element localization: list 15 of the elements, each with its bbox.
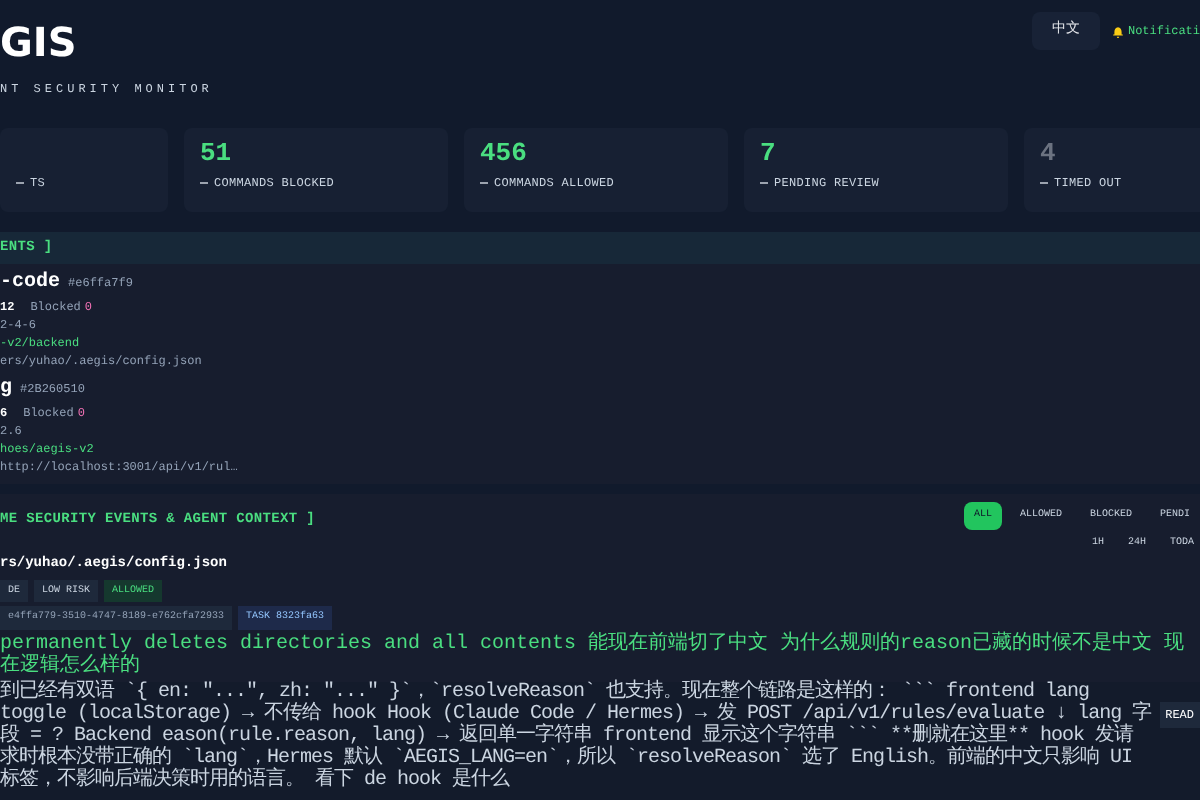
stat-value: 51 [200, 140, 234, 168]
event-reason: permanently deletes directories and all contents 能现在前端切了中文 为什么规则的reason已藏的时候不是中文 现在逻辑怎么样的 [0, 633, 1187, 677]
dash-icon [200, 182, 208, 184]
stat-value: 456 [480, 140, 529, 168]
event-context: 到已经有双语 `{ en: "...", zh: "..." }`，`resolveReason` 也支持。现在整个链路是这样的： ``` frontend lang toggle (localStorage) → 不传给 hook Hook (Claude Code / Hermes) → 发 POST /api/v1/rules/evaluate ↓ lang 字段 = ? Backend eason(rule.reason, lang) → 返回单一字符串 frontend 显示这个字符串 ``` **删就在这里** hook 发请求时根本没带正确的 `lang`，Hermes 默认 `AEGIS_LANG=en`，所以 `resolveReason` 选了 English。前端的中文只影响 UI 标签，不影响后端决策时用的语言。 看下 de hook 是什么 [0, 681, 1152, 791]
dash-icon [16, 182, 24, 184]
agent-name: -code [0, 272, 61, 296]
dash-icon [1040, 182, 1048, 184]
dash-icon [760, 182, 768, 184]
stat-value: 7 [760, 140, 778, 168]
app-title: GIS [0, 20, 79, 64]
bell-icon [1111, 25, 1124, 37]
stat-value: 4 [1040, 140, 1058, 168]
agent-name: g [0, 378, 13, 402]
dash-icon [480, 182, 488, 184]
